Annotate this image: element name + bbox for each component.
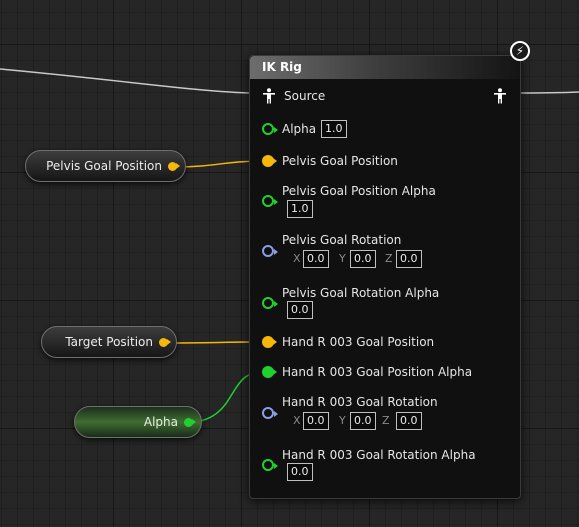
target-position-node[interactable]: Target Position bbox=[41, 326, 177, 358]
hand-rotation-x-label: X bbox=[293, 414, 301, 427]
alpha-output-pin[interactable] bbox=[184, 417, 196, 427]
pelvis-goal-position-label: Pelvis Goal Position bbox=[282, 154, 398, 168]
hand-goal-position-alpha-input-pin[interactable] bbox=[262, 366, 277, 378]
alpha-input-pin[interactable] bbox=[262, 123, 278, 135]
hand-goal-position-label: Hand R 003 Goal Position bbox=[282, 335, 435, 349]
alpha-value-input[interactable]: 1.0 bbox=[321, 120, 347, 138]
alpha-node-label: Alpha bbox=[143, 415, 178, 429]
pelvis-goal-position-input-pin[interactable] bbox=[262, 155, 277, 167]
pelvis-goal-position-alpha-input-pin[interactable] bbox=[262, 195, 278, 207]
pelvis-goal-rotation-alpha-input-pin[interactable] bbox=[262, 297, 278, 309]
pelvis-goal-rotation-input-pin[interactable] bbox=[262, 245, 278, 257]
pelvis-rotation-z-label: Z bbox=[385, 252, 393, 265]
pelvis-goal-position-node-label: Pelvis Goal Position bbox=[46, 159, 162, 173]
pelvis-rotation-z-input[interactable]: 0.0 bbox=[396, 250, 422, 268]
skeleton-pose-icon[interactable] bbox=[262, 88, 276, 104]
skeleton-pose-output-icon[interactable] bbox=[493, 88, 507, 104]
hand-rotation-y-input[interactable]: 0.0 bbox=[350, 412, 376, 430]
ik-rig-header[interactable]: IK Rig bbox=[250, 56, 520, 79]
pelvis-goal-rotation-alpha-input[interactable]: 0.0 bbox=[287, 301, 313, 319]
hand-rotation-z-label: Z bbox=[382, 414, 390, 427]
hand-goal-rotation-alpha-input-pin[interactable] bbox=[262, 459, 278, 471]
alpha-label: Alpha bbox=[282, 122, 317, 136]
hand-rotation-z-input[interactable]: 0.0 bbox=[396, 412, 422, 430]
target-position-output-pin[interactable] bbox=[159, 337, 171, 347]
hand-rotation-y-label: Y bbox=[339, 414, 346, 427]
hand-goal-rotation-input-pin[interactable] bbox=[262, 407, 278, 419]
pelvis-goal-position-output-pin[interactable] bbox=[168, 161, 180, 171]
pelvis-goal-rotation-alpha-label: Pelvis Goal Rotation Alpha bbox=[282, 286, 440, 300]
pelvis-rotation-y-input[interactable]: 0.0 bbox=[350, 250, 376, 268]
lightning-icon[interactable]: ⚡ bbox=[510, 41, 530, 61]
pelvis-rotation-x-input[interactable]: 0.0 bbox=[303, 250, 329, 268]
hand-goal-position-alpha-label: Hand R 003 Goal Position Alpha bbox=[282, 365, 473, 379]
hand-goal-rotation-alpha-input[interactable]: 0.0 bbox=[287, 463, 313, 481]
ik-rig-node[interactable]: IK Rig Source Alpha 1.0 Pelvis Goal Posi… bbox=[249, 55, 521, 499]
source-row: Source bbox=[250, 87, 520, 105]
pelvis-goal-position-alpha-label: Pelvis Goal Position Alpha bbox=[282, 184, 436, 198]
hand-goal-rotation-alpha-label: Hand R 003 Goal Rotation Alpha bbox=[282, 448, 476, 462]
pelvis-rotation-y-label: Y bbox=[339, 252, 346, 265]
hand-rotation-x-input[interactable]: 0.0 bbox=[303, 412, 329, 430]
pelvis-goal-rotation-label: Pelvis Goal Rotation bbox=[282, 233, 402, 247]
ik-rig-title: IK Rig bbox=[262, 60, 302, 74]
pelvis-goal-position-alpha-input[interactable]: 1.0 bbox=[287, 200, 313, 218]
pelvis-goal-position-node[interactable]: Pelvis Goal Position bbox=[25, 150, 186, 182]
alpha-node[interactable]: Alpha bbox=[74, 406, 202, 438]
pose-wire bbox=[0, 68, 253, 94]
pelvis-rotation-x-label: X bbox=[293, 252, 301, 265]
source-label: Source bbox=[284, 89, 326, 103]
hand-goal-position-input-pin[interactable] bbox=[262, 336, 277, 348]
hand-goal-rotation-label: Hand R 003 Goal Rotation bbox=[282, 395, 438, 409]
target-position-wire bbox=[165, 341, 263, 344]
target-position-node-label: Target Position bbox=[65, 335, 153, 349]
